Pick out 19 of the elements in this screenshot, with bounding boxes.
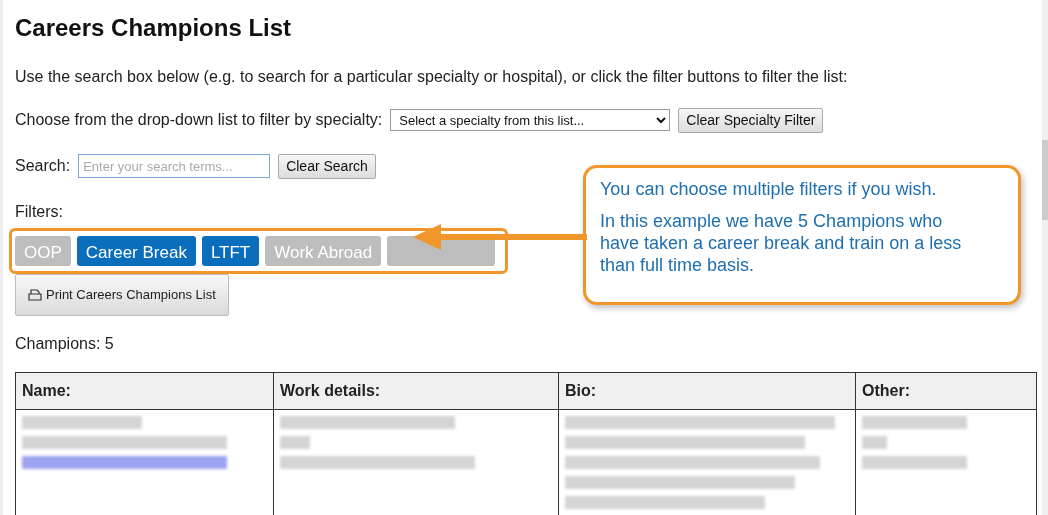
champions-count: Champions: 5 [15, 333, 115, 354]
intro-text: Use the search box below (e.g. to search for a particular specialty or hospital), or click the filter buttons to filter the list: [15, 66, 849, 87]
callout-text: You can choose multiple filters if you wish. [600, 178, 938, 200]
filter-button[interactable]: LTFT [201, 235, 260, 266]
specialty-label: Choose from the drop-down list to filter by specialty: [15, 110, 383, 131]
page-title: Careers Champions List [15, 14, 293, 43]
column-header: Work details: [273, 372, 559, 410]
column-header: Name: [15, 372, 274, 410]
column-header: Bio: [558, 372, 856, 410]
callout-text: In this example we have 5 Champions who have taken a career break and train on a less than full time basis. [600, 210, 963, 276]
filter-button[interactable]: Career Break [76, 235, 196, 266]
clear-search-button[interactable]: Clear Search [278, 153, 376, 179]
clear-specialty-button[interactable]: Clear Specialty Filter [678, 107, 824, 133]
print-button[interactable]: Print Careers Champions List [15, 273, 229, 316]
specialty-select[interactable]: Select a specialty from this list... [390, 109, 671, 132]
column-header: Other: [855, 372, 1037, 410]
search-label: Search: [15, 156, 71, 177]
search-field[interactable]: Enter your search terms... [78, 154, 271, 179]
filters-label: Filters: [15, 201, 63, 222]
